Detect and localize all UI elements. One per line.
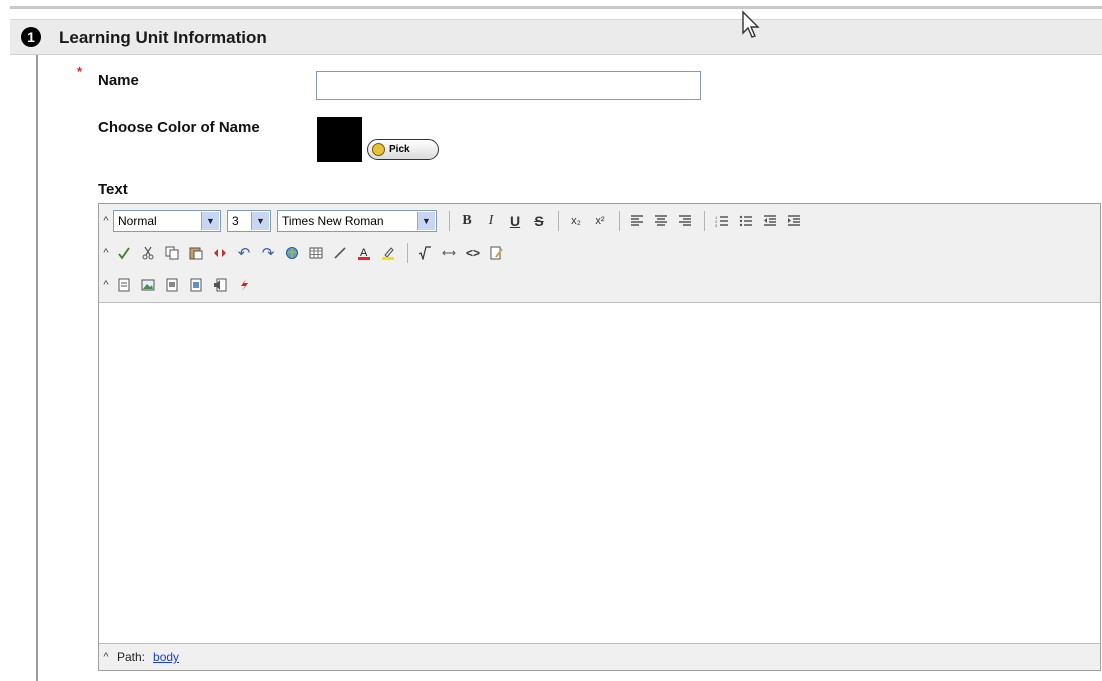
collapse-row-icon[interactable]: ^ <box>99 215 113 227</box>
insert-table-icon[interactable] <box>305 242 327 264</box>
insert-document-icon[interactable] <box>185 274 207 296</box>
highlight-color-icon[interactable] <box>377 242 399 264</box>
top-divider <box>10 6 1102 9</box>
name-label: Name <box>98 72 139 89</box>
collapse-row-icon[interactable]: ^ <box>99 651 113 663</box>
editor-toolbar: ^ Normal ▼ 3 ▼ Times New Roman ▼ B I U S… <box>99 204 1100 303</box>
toolbar-row-2: ^ ↶ ↷ A <> <box>99 238 510 268</box>
collapse-row-icon[interactable]: ^ <box>99 279 113 291</box>
redo-button[interactable]: ↷ <box>257 242 279 264</box>
format-select[interactable]: Normal ▼ <box>113 210 221 232</box>
undo-button[interactable]: ↶ <box>233 242 255 264</box>
name-input[interactable] <box>316 71 701 100</box>
pick-label: Pick <box>389 144 410 155</box>
font-select[interactable]: Times New Roman ▼ <box>277 210 437 232</box>
required-marker: * <box>77 64 83 79</box>
paste-icon[interactable] <box>185 242 207 264</box>
path-label: Path: <box>117 650 146 664</box>
cut-icon[interactable] <box>137 242 159 264</box>
insert-flash-icon[interactable] <box>233 274 255 296</box>
paste-from-word-icon[interactable] <box>209 242 231 264</box>
spellcheck-icon[interactable] <box>113 242 135 264</box>
italic-button[interactable]: I <box>480 210 502 232</box>
chevron-down-icon: ▼ <box>251 212 269 230</box>
insert-anchor-icon[interactable] <box>438 242 460 264</box>
toolbar-row-1: ^ Normal ▼ 3 ▼ Times New Roman ▼ B I U S… <box>99 206 807 236</box>
outdent-icon[interactable] <box>759 210 781 232</box>
insert-line-icon[interactable] <box>329 242 351 264</box>
section-tree-line <box>36 55 38 681</box>
section-header: 1 Learning Unit Information <box>10 19 1102 55</box>
html-source-button[interactable]: <> <box>462 242 484 264</box>
insert-link-icon[interactable] <box>281 242 303 264</box>
pick-color-button[interactable]: Pick <box>367 139 439 160</box>
align-left-icon[interactable] <box>626 210 648 232</box>
chevron-down-icon: ▼ <box>201 212 219 230</box>
strikethrough-button[interactable]: S <box>528 210 550 232</box>
step-number-badge: 1 <box>21 27 41 47</box>
superscript-button[interactable]: x² <box>589 210 611 232</box>
section-title: Learning Unit Information <box>59 28 267 47</box>
text-color-icon[interactable]: A <box>353 242 375 264</box>
font-select-value: Times New Roman <box>282 214 384 228</box>
bullet-list-icon[interactable] <box>735 210 757 232</box>
toolbar-separator <box>449 211 450 231</box>
subscript-button[interactable]: x₂ <box>565 210 587 232</box>
collapse-row-icon[interactable]: ^ <box>99 247 113 259</box>
color-label: Choose Color of Name <box>98 119 260 136</box>
copy-icon[interactable] <box>161 242 183 264</box>
toolbar-separator <box>619 211 620 231</box>
editor-status-bar: ^ Path: body <box>99 643 1100 670</box>
toolbar-separator <box>704 211 705 231</box>
align-right-icon[interactable] <box>674 210 696 232</box>
indent-icon[interactable] <box>783 210 805 232</box>
size-select-value: 3 <box>232 214 239 228</box>
insert-media-icon[interactable] <box>161 274 183 296</box>
insert-audio-icon[interactable] <box>209 274 231 296</box>
insert-image-icon[interactable] <box>137 274 159 296</box>
editor-content-area[interactable] <box>99 303 1100 644</box>
color-swatch[interactable] <box>317 117 362 162</box>
underline-button[interactable]: U <box>504 210 526 232</box>
bold-button[interactable]: B <box>456 210 478 232</box>
toolbar-separator <box>558 211 559 231</box>
equation-editor-icon[interactable] <box>414 242 436 264</box>
chevron-down-icon: ▼ <box>417 212 435 230</box>
edit-properties-icon[interactable] <box>486 242 508 264</box>
toolbar-separator <box>407 243 408 263</box>
size-select[interactable]: 3 ▼ <box>227 210 271 232</box>
mouse-cursor-icon <box>742 10 760 38</box>
numbered-list-icon[interactable]: 123 <box>711 210 733 232</box>
path-body-link[interactable]: body <box>153 650 179 664</box>
align-center-icon[interactable] <box>650 210 672 232</box>
color-picker-icon <box>372 143 385 156</box>
rich-text-editor: ^ Normal ▼ 3 ▼ Times New Roman ▼ B I U S… <box>98 203 1101 671</box>
toolbar-row-3: ^ <box>99 270 257 300</box>
text-label: Text <box>98 181 128 198</box>
insert-file-icon[interactable] <box>113 274 135 296</box>
format-select-value: Normal <box>118 214 157 228</box>
svg-text:3: 3 <box>715 223 718 228</box>
